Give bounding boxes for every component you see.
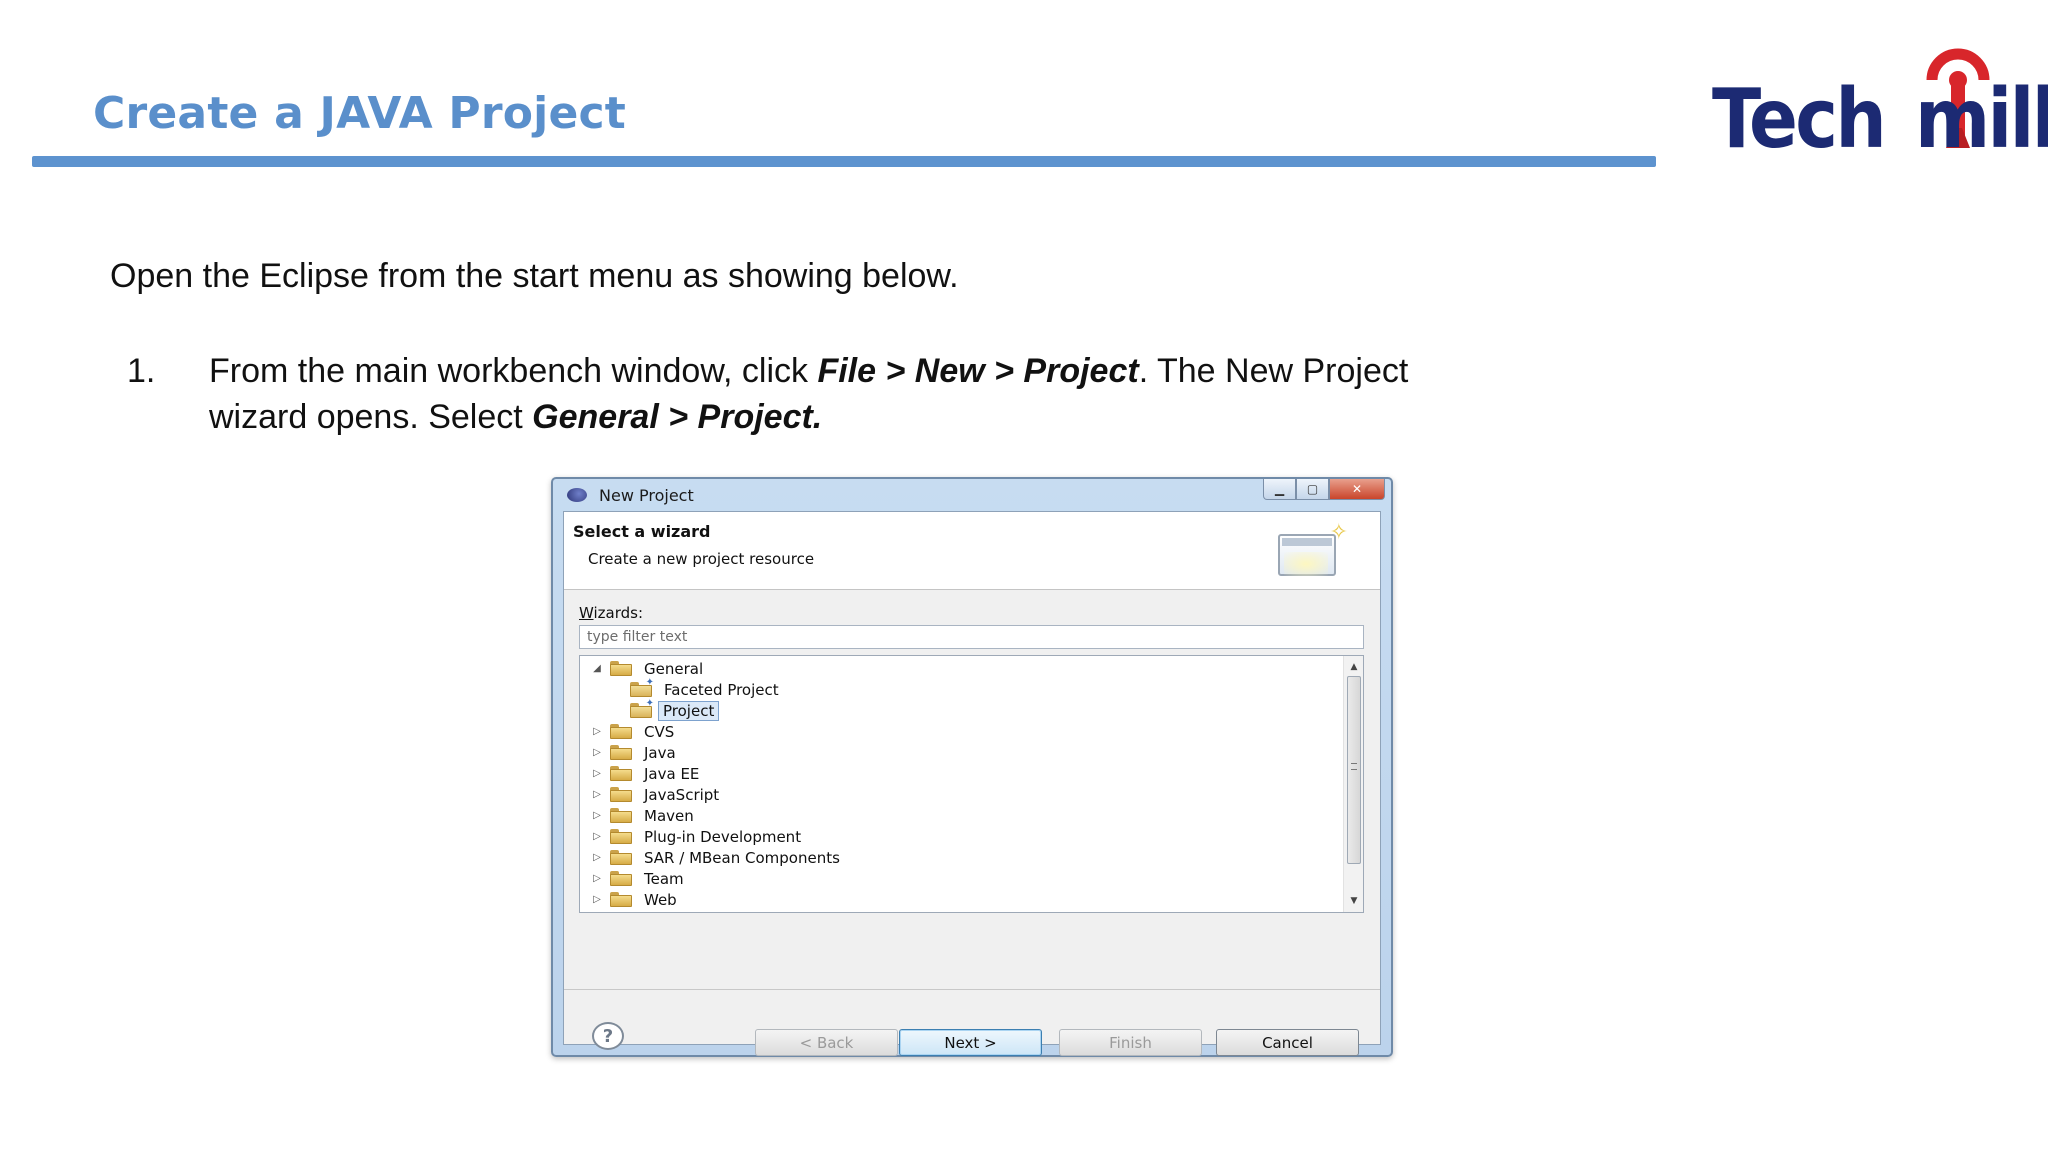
back-button[interactable]: < Back — [755, 1029, 898, 1056]
dialog-title: New Project — [599, 486, 694, 505]
tree-item[interactable]: ▷ JavaScript — [590, 784, 725, 805]
tree-item[interactable]: ◢ General — [590, 658, 709, 679]
tree-item-label: SAR / MBean Components — [644, 848, 840, 867]
scroll-thumb[interactable] — [1347, 676, 1361, 864]
slide-title: Create a JAVA Project — [93, 88, 627, 139]
folder-icon — [610, 661, 632, 676]
wizard-tree[interactable]: ◢ General ✦ Faceted Project ✦ Project ▷ CVS ▷ Jav… — [579, 655, 1364, 913]
tree-item[interactable]: ✦ Project — [610, 698, 720, 721]
footer-separator — [564, 989, 1380, 990]
expand-arrow-icon[interactable]: ▷ — [590, 747, 604, 758]
tree-item[interactable]: ▷ Web — [590, 889, 683, 910]
collapse-arrow-icon[interactable]: ◢ — [590, 663, 604, 674]
new-project-dialog: New Project ▁ ▢ ✕ Select a wizard Create… — [551, 477, 1393, 1057]
tree-item-label: Java EE — [644, 764, 700, 783]
wizards-label: Wizards: — [579, 604, 643, 622]
project-wizard-icon: ✦ — [630, 698, 654, 718]
folder-icon — [610, 808, 632, 823]
folder-icon — [610, 892, 632, 907]
next-button[interactable]: Next > — [899, 1029, 1042, 1056]
wizards-label-hotkey: W — [579, 604, 594, 622]
step-path-general-project: General > Project. — [532, 398, 823, 436]
folder-icon — [610, 766, 632, 781]
dialog-titlebar[interactable]: New Project ▁ ▢ ✕ — [553, 479, 1391, 511]
window-controls: ▁ ▢ ✕ — [1263, 479, 1385, 501]
folder-icon — [610, 745, 632, 760]
close-icon: ✕ — [1351, 482, 1363, 496]
expand-arrow-icon[interactable]: ▷ — [590, 768, 604, 779]
techmill-logo: Tech mill — [1710, 10, 2048, 167]
close-button[interactable]: ✕ — [1329, 479, 1385, 500]
expand-arrow-icon[interactable]: ▷ — [590, 894, 604, 905]
tree-item-label: Web — [644, 890, 677, 909]
expand-arrow-icon[interactable]: ▷ — [590, 789, 604, 800]
help-icon[interactable]: ? — [592, 1022, 624, 1050]
step-number: 1. — [127, 352, 156, 390]
expand-arrow-icon[interactable]: ▷ — [590, 852, 604, 863]
title-underline — [32, 156, 1656, 167]
folder-icon — [610, 724, 632, 739]
expand-arrow-icon[interactable]: ▷ — [590, 831, 604, 842]
folder-icon — [610, 787, 632, 802]
finish-button[interactable]: Finish — [1059, 1029, 1202, 1056]
wizard-header: Select a wizard Create a new project res… — [564, 512, 1380, 590]
expand-arrow-icon[interactable]: ▷ — [590, 873, 604, 884]
wizard-description: Create a new project resource — [588, 550, 815, 568]
tree-item-label: Maven — [644, 806, 694, 825]
wizard-heading: Select a wizard — [573, 522, 711, 541]
tree-item-label: Team — [644, 869, 684, 888]
tree-item-label: JavaScript — [644, 785, 720, 804]
folder-icon — [610, 871, 632, 886]
tree-item-label: Java — [644, 743, 676, 762]
logo-text-tech: Tech — [1712, 72, 1887, 167]
minimize-button[interactable]: ▁ — [1263, 479, 1296, 500]
maximize-icon: ▢ — [1306, 482, 1319, 496]
tree-item[interactable]: ▷ Java EE — [590, 763, 705, 784]
expand-arrow-icon[interactable]: ▷ — [590, 726, 604, 737]
project-wizard-icon: ✦ — [630, 677, 654, 697]
wizard-filter-input[interactable] — [579, 625, 1364, 649]
tree-item[interactable]: ▷ CVS — [590, 721, 680, 742]
folder-icon — [610, 829, 632, 844]
tree-item[interactable]: ▷ Maven — [590, 805, 700, 826]
tree-item-label: Plug-in Development — [644, 827, 802, 846]
tree-item[interactable]: ▷ SAR / MBean Components — [590, 847, 846, 868]
new-wizard-banner-icon: ✧ — [1278, 520, 1348, 576]
maximize-button[interactable]: ▢ — [1296, 479, 1329, 500]
cancel-button[interactable]: Cancel — [1216, 1029, 1359, 1056]
wizards-label-rest: izards: — [593, 604, 644, 622]
tree-item-label: General — [644, 659, 704, 678]
eclipse-icon — [567, 488, 587, 502]
intro-text: Open the Eclipse from the start menu as … — [110, 257, 959, 295]
scroll-down-icon[interactable]: ▼ — [1344, 892, 1363, 910]
step-text-part1: From the main workbench window, click — [209, 352, 818, 390]
tree-scrollbar[interactable]: ▲ ▼ — [1343, 656, 1363, 912]
tree-item[interactable]: ▷ Java — [590, 742, 682, 763]
scroll-up-icon[interactable]: ▲ — [1344, 658, 1363, 676]
step-path-file-new-project: File > New > Project — [817, 352, 1139, 390]
minimize-icon: ▁ — [1274, 482, 1285, 496]
expand-arrow-icon[interactable]: ▷ — [590, 810, 604, 821]
tree-item[interactable]: ▷ Plug-in Development — [590, 826, 807, 847]
tree-item-label: Faceted Project — [664, 680, 779, 699]
step-text: From the main workbench window, click Fi… — [209, 348, 1509, 440]
tree-item[interactable]: ▷ Team — [590, 868, 690, 889]
folder-icon — [610, 850, 632, 865]
dialog-body: Select a wizard Create a new project res… — [563, 511, 1381, 1056]
logo-text-mill: mill — [1915, 72, 2048, 167]
tree-item[interactable]: ✦ Faceted Project — [610, 677, 785, 700]
tree-item-label: Project — [658, 700, 720, 721]
tree-item-label: CVS — [644, 722, 675, 741]
